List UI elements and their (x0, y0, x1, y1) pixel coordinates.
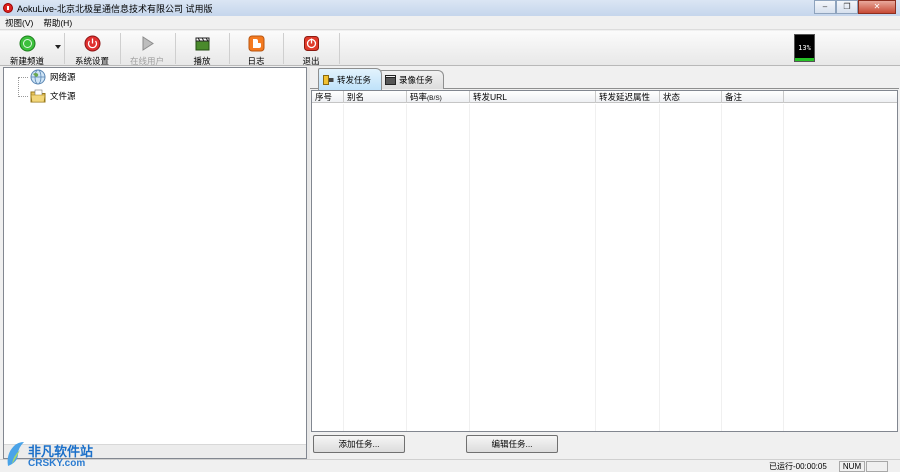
column-header-bitrate[interactable]: 码率(B/S) (407, 91, 470, 103)
app-icon[interactable] (3, 3, 13, 13)
tab-label: 录像任务 (399, 75, 434, 85)
green-circle-icon (19, 35, 36, 52)
column-unit: (B/S) (427, 95, 442, 102)
restore-button[interactable]: ❐ (836, 0, 858, 14)
window-controls: – ❐ ✕ (814, 0, 896, 14)
toolbar-separator (339, 33, 340, 64)
tree-item-label: 网络源 (50, 72, 76, 82)
watermark: 非凡软件站 CRSKY.com (0, 436, 110, 472)
grid-line (343, 104, 344, 431)
table-body[interactable] (312, 104, 897, 431)
exit-button[interactable]: 退出 (288, 33, 334, 66)
play-label: 播放 (193, 56, 211, 66)
cpu-meter-label: 13% (798, 44, 811, 52)
table-header: 序号 别名 码率(B/S) 转发URL 转发延迟属性 状态 备注 (312, 91, 897, 103)
status-panel (866, 461, 888, 472)
column-label: 转发延迟属性 (599, 92, 651, 102)
online-users-button[interactable]: 在线用户 (124, 33, 170, 66)
tab-forward-tasks[interactable]: 转发任务 (318, 68, 383, 90)
clapperboard-icon (195, 37, 210, 51)
toolbar-separator (175, 33, 176, 64)
watermark-url: CRSKY.com (28, 458, 86, 469)
menu-view[interactable]: 视图(V) (0, 17, 38, 29)
tab-label: 转发任务 (337, 74, 372, 85)
log-label: 日志 (247, 56, 265, 66)
status-bar: 已运行-00:00:05 NUM (0, 459, 900, 472)
column-header-alias[interactable]: 别名 (344, 91, 407, 103)
column-label: 码率 (410, 92, 428, 102)
column-header-forward-delay[interactable]: 转发延迟属性 (596, 91, 660, 103)
edit-task-button[interactable]: 编辑任务... (466, 435, 558, 453)
window-title: AokuLive-北京北极星通信息技术有限公司 试用版 (17, 3, 213, 14)
task-tabs: 转发任务 录像任务 (310, 67, 899, 90)
tree-item-network-source[interactable]: 网络源 (18, 68, 76, 86)
column-label: 转发URL (473, 92, 508, 102)
title-bar: AokuLive-北京北极星通信息技术有限公司 试用版 – ❐ ✕ (0, 0, 900, 16)
tree-connector (18, 95, 28, 97)
globe-icon (30, 69, 46, 85)
column-header-status[interactable]: 状态 (660, 91, 722, 103)
menu-bar: 视图(V) 帮助(H) (0, 16, 900, 30)
play-arrow-icon (142, 36, 154, 51)
toolbar-separator (120, 33, 121, 64)
runtime-status: 已运行-00:00:05 (769, 462, 827, 471)
orange-blog-icon (248, 35, 265, 52)
column-header-forward-url[interactable]: 转发URL (470, 91, 596, 103)
play-button[interactable]: 播放 (180, 33, 224, 66)
column-label: 备注 (725, 92, 743, 102)
settings-button[interactable]: 系统设置 (68, 33, 116, 66)
toolbar-separator (229, 33, 230, 64)
column-label: 别名 (347, 92, 365, 102)
add-task-button[interactable]: 添加任务... (313, 435, 405, 453)
cpu-meter-fill (795, 57, 814, 61)
red-power-icon (84, 35, 101, 52)
settings-label: 系统设置 (74, 56, 109, 66)
toolbar: 新建频道 系统设置 在线用户 播放 日志 退出 (0, 31, 900, 66)
grid-line (406, 104, 407, 431)
camera-record-icon (385, 75, 396, 85)
column-label: 状态 (663, 92, 681, 102)
grid-line (783, 104, 784, 431)
tab-record-tasks[interactable]: 录像任务 (380, 70, 445, 89)
red-stop-icon (304, 36, 319, 51)
tree-connector (18, 76, 28, 78)
log-button[interactable]: 日志 (234, 33, 278, 66)
toolbar-separator (283, 33, 284, 64)
task-button-bar: 添加任务... 编辑任务... (310, 433, 899, 459)
task-pane: 转发任务 录像任务 序号 别名 码率(B/S) 转发URL 转发延迟属性 状态 … (310, 67, 899, 459)
minimize-button[interactable]: – (814, 0, 836, 14)
forward-task-icon (323, 74, 334, 85)
menu-help[interactable]: 帮助(H) (38, 17, 77, 29)
new-channel-dropdown-icon[interactable] (55, 45, 61, 49)
column-header-index[interactable]: 序号 (312, 91, 344, 103)
grid-line (659, 104, 660, 431)
online-users-label: 在线用户 (129, 56, 164, 66)
new-channel-label: 新建频道 (9, 56, 44, 66)
grid-line (469, 104, 470, 431)
folder-file-icon (30, 89, 46, 103)
tree-item-label: 文件源 (50, 91, 76, 101)
tree-item-file-source[interactable]: 文件源 (18, 87, 76, 105)
watermark-logo-icon (7, 442, 24, 466)
exit-label: 退出 (302, 56, 320, 66)
toolbar-separator (64, 33, 65, 64)
column-label: 序号 (315, 92, 333, 102)
source-tree: 网络源 文件源 (3, 67, 307, 459)
close-button[interactable]: ✕ (858, 0, 896, 14)
task-table: 序号 别名 码率(B/S) 转发URL 转发延迟属性 状态 备注 (311, 90, 898, 432)
new-channel-button[interactable]: 新建频道 (4, 33, 50, 66)
column-header-remark[interactable]: 备注 (722, 91, 784, 103)
cpu-meter: 13% (794, 34, 815, 62)
grid-line (595, 104, 596, 431)
grid-line (721, 104, 722, 431)
num-lock-indicator: NUM (839, 461, 865, 472)
